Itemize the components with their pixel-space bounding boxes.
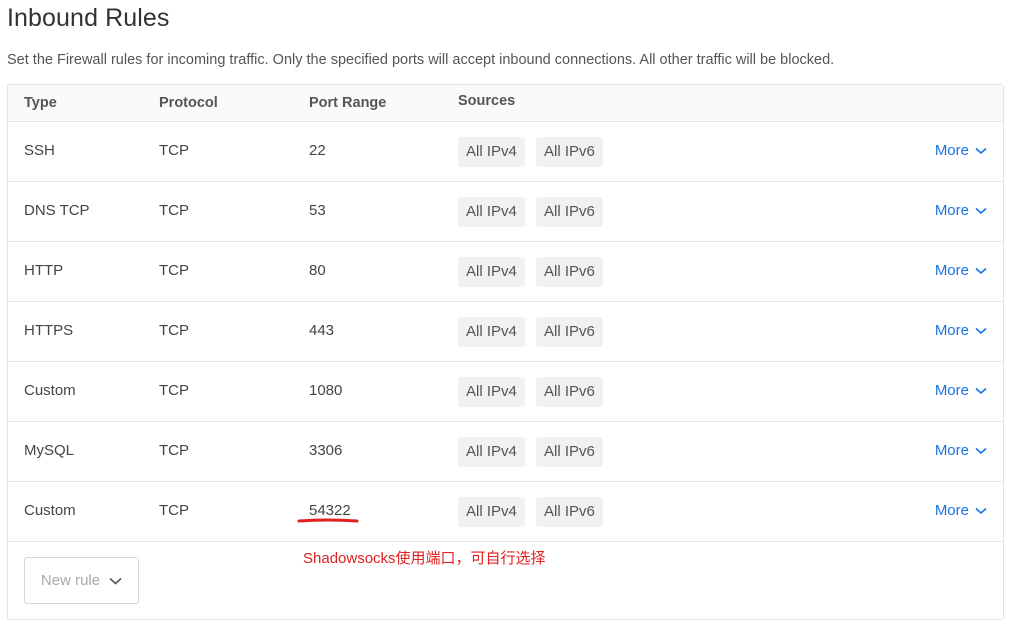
rule-port: 443 (309, 322, 335, 339)
new-rule-button[interactable]: New rule (24, 557, 139, 604)
chevron-down-icon (975, 207, 987, 214)
page-description: Set the Firewall rules for incoming traf… (7, 52, 835, 68)
source-badge-ipv4: All IPv4 (458, 377, 525, 407)
more-dropdown-button[interactable]: More (935, 442, 987, 459)
rule-protocol: TCP (159, 142, 189, 159)
chevron-down-icon (975, 387, 987, 394)
table-row: MySQL TCP 3306 All IPv4 All IPv6 More (8, 422, 1003, 482)
table-row: Custom TCP 1080 All IPv4 All IPv6 More (8, 362, 1003, 422)
port-annotation: Shadowsocks使用端口，可自行选择 (303, 550, 546, 567)
rule-port: 22 (309, 142, 326, 159)
source-badge-ipv4: All IPv4 (458, 497, 525, 527)
rule-protocol: TCP (159, 382, 189, 399)
rule-protocol: TCP (159, 442, 189, 459)
more-label: More (934, 262, 969, 279)
table-row: DNS TCP TCP 53 All IPv4 All IPv6 More (8, 182, 1003, 242)
rule-type: HTTP (24, 262, 64, 279)
table-row: Custom TCP 54322 All IPv4 All IPv6 More (8, 482, 1003, 542)
table-row: HTTP TCP 80 All IPv4 All IPv6 More (8, 242, 1003, 302)
chevron-down-icon (975, 147, 987, 154)
source-badge-ipv6: All IPv6 (536, 497, 603, 527)
chevron-down-icon (975, 507, 987, 514)
table-row: SSH TCP 22 All IPv4 All IPv6 More (8, 122, 1003, 182)
source-badge-ipv4: All IPv4 (458, 437, 525, 467)
rule-protocol: TCP (159, 322, 189, 339)
source-badge-ipv6: All IPv6 (536, 317, 603, 347)
more-label: More (934, 202, 969, 219)
table-header: Type Protocol Port Range Sources (8, 85, 1003, 122)
rule-type: Custom (24, 382, 76, 399)
rule-type: Custom (24, 502, 76, 519)
chevron-down-icon (109, 577, 122, 585)
more-label: More (934, 322, 969, 339)
rule-port: 3306 (309, 442, 343, 459)
source-badge-ipv6: All IPv6 (536, 377, 603, 407)
new-rule-label: New rule (40, 572, 101, 589)
chevron-down-icon (975, 447, 987, 454)
source-badge-ipv6: All IPv6 (536, 257, 603, 287)
rule-type: DNS TCP (24, 202, 90, 219)
source-badge-ipv4: All IPv4 (458, 197, 525, 227)
more-dropdown-button[interactable]: More (935, 202, 987, 219)
rule-port: 1080 (309, 382, 343, 399)
rule-protocol: TCP (159, 262, 189, 279)
header-port-range: Port Range (309, 95, 387, 111)
rules-table: Type Protocol Port Range Sources SSH TCP… (7, 84, 1004, 620)
more-label: More (934, 442, 969, 459)
rule-port: 53 (309, 202, 326, 219)
more-dropdown-button[interactable]: More (935, 142, 987, 159)
header-type: Type (24, 95, 57, 111)
source-badge-ipv6: All IPv6 (536, 437, 603, 467)
red-underline-annotation (297, 518, 359, 523)
header-protocol: Protocol (159, 95, 218, 111)
header-sources: Sources (458, 93, 516, 109)
rule-type: HTTPS (24, 322, 74, 339)
page-title: Inbound Rules (7, 4, 170, 32)
source-badge-ipv6: All IPv6 (536, 197, 603, 227)
more-dropdown-button[interactable]: More (935, 262, 987, 279)
rule-port: 80 (309, 262, 326, 279)
source-badge-ipv4: All IPv4 (458, 317, 525, 347)
rule-port: 54322 (309, 502, 351, 519)
more-label: More (934, 502, 969, 519)
rule-protocol: TCP (159, 202, 189, 219)
rule-type: MySQL (24, 442, 75, 459)
table-row: HTTPS TCP 443 All IPv4 All IPv6 More (8, 302, 1003, 362)
chevron-down-icon (975, 327, 987, 334)
more-dropdown-button[interactable]: More (935, 382, 987, 399)
rule-protocol: TCP (159, 502, 189, 519)
source-badge-ipv4: All IPv4 (458, 137, 525, 167)
source-badge-ipv4: All IPv4 (458, 257, 525, 287)
more-dropdown-button[interactable]: More (935, 502, 987, 519)
more-label: More (934, 142, 969, 159)
chevron-down-icon (975, 267, 987, 274)
more-label: More (934, 382, 969, 399)
rule-type: SSH (24, 142, 55, 159)
source-badge-ipv6: All IPv6 (536, 137, 603, 167)
more-dropdown-button[interactable]: More (935, 322, 987, 339)
